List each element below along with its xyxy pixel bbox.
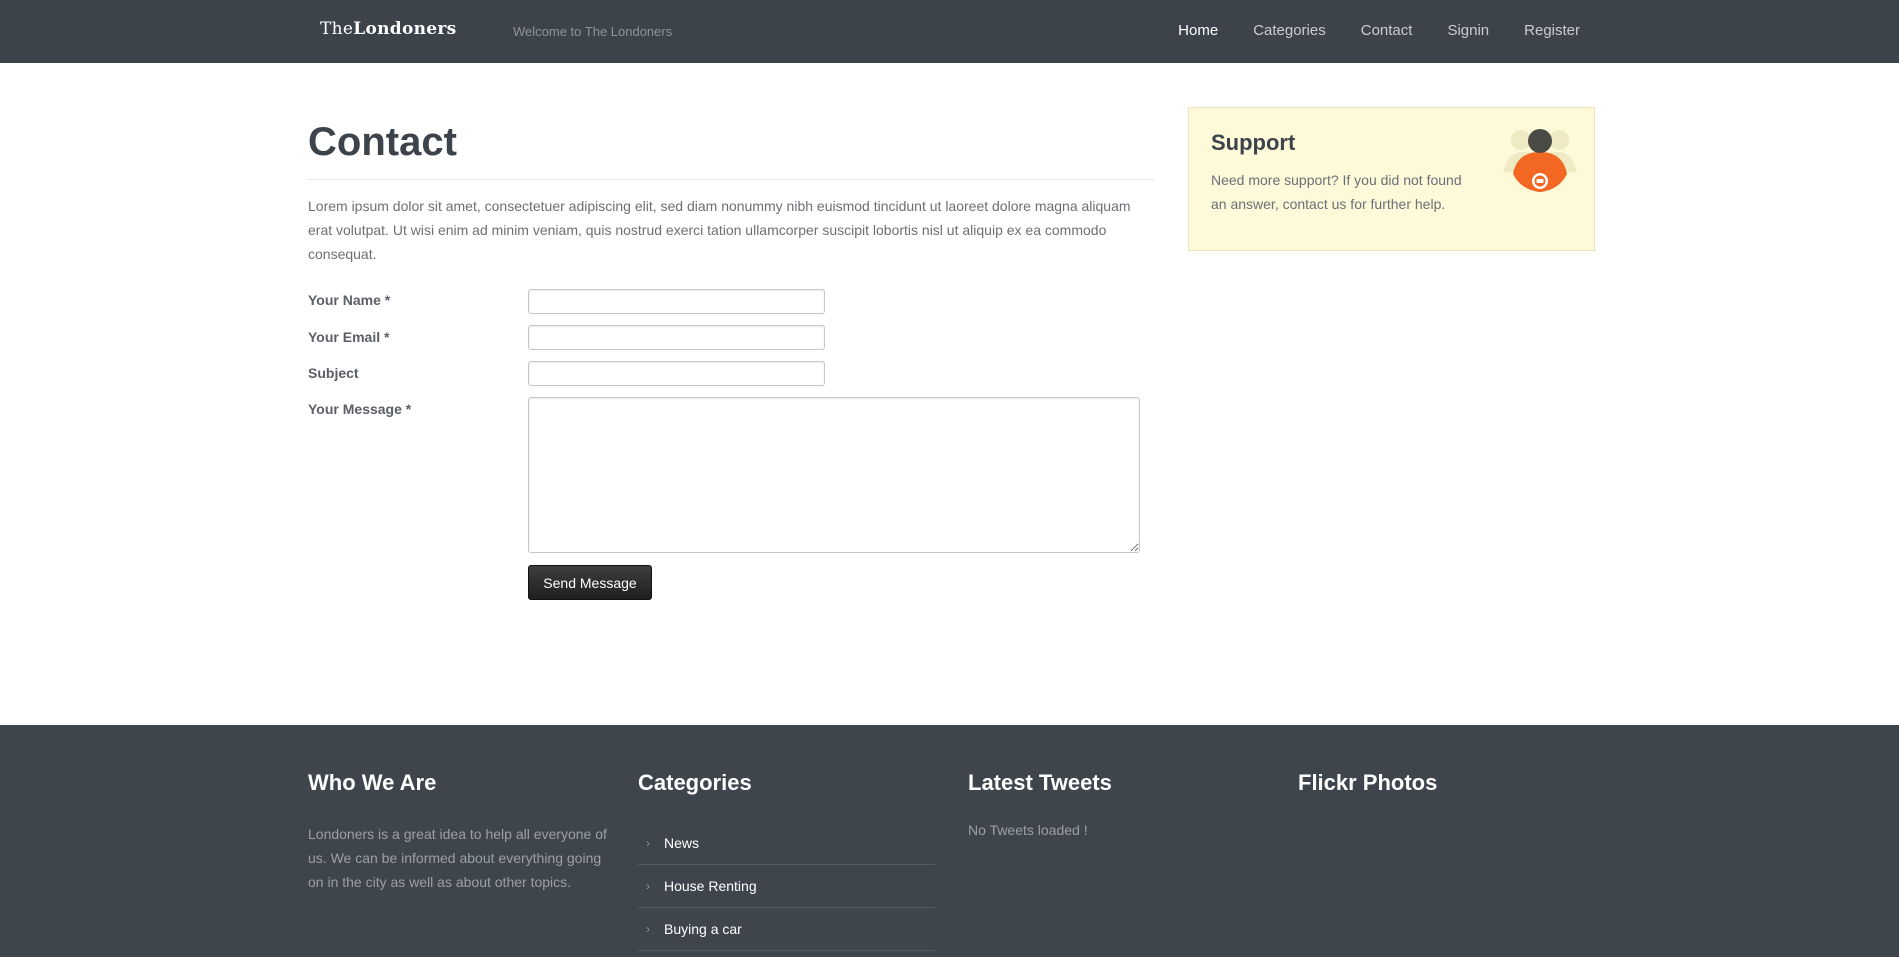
nav-home[interactable]: Home (1178, 22, 1218, 39)
top-navbar: TheLondoners Welcome to The Londoners Ho… (0, 0, 1899, 63)
support-title: Support (1211, 130, 1296, 155)
message-label: Your Message * (308, 401, 412, 417)
email-input[interactable] (528, 325, 825, 350)
nav-contact[interactable]: Contact (1361, 22, 1413, 39)
chevron-right-icon: › (646, 879, 650, 893)
message-textarea[interactable] (528, 397, 1140, 553)
footer-category-item[interactable]: › News (638, 822, 935, 865)
nav-signin[interactable]: Signin (1447, 22, 1489, 39)
nav-register[interactable]: Register (1524, 22, 1580, 39)
page-title: Contact (308, 120, 457, 164)
logo-prefix: The (320, 19, 354, 39)
subject-label: Subject (308, 365, 359, 381)
chevron-right-icon: › (646, 922, 650, 936)
support-box: Support Need more support? If you did no… (1188, 107, 1595, 251)
site-footer: Who We Are Londoners is a great idea to … (0, 725, 1899, 957)
footer-tweets-text: No Tweets loaded ! (968, 822, 1088, 838)
footer-flickr-title: Flickr Photos (1298, 770, 1438, 795)
footer-category-item[interactable]: › House Renting (638, 865, 935, 908)
site-logo[interactable]: TheLondoners (320, 19, 457, 39)
footer-who-title: Who We Are (308, 770, 437, 795)
footer-category-label[interactable]: News (664, 835, 699, 851)
nav-categories[interactable]: Categories (1253, 22, 1326, 39)
name-label: Your Name * (308, 292, 391, 308)
title-divider (308, 179, 1155, 180)
footer-who-text: Londoners is a great idea to help all ev… (308, 826, 607, 890)
footer-tweets-title: Latest Tweets (968, 770, 1112, 795)
footer-category-list: › News › House Renting › Buying a car (638, 822, 935, 951)
email-label: Your Email * (308, 329, 390, 345)
support-text: Need more support? If you did not found … (1211, 172, 1462, 212)
chevron-right-icon: › (646, 836, 650, 850)
name-input[interactable] (528, 289, 825, 314)
footer-category-label[interactable]: Buying a car (664, 921, 742, 937)
footer-category-item[interactable]: › Buying a car (638, 908, 935, 951)
support-people-icon (1503, 129, 1577, 192)
site-tagline: Welcome to The Londoners (513, 24, 673, 39)
subject-input[interactable] (528, 361, 825, 386)
footer-category-label[interactable]: House Renting (664, 878, 757, 894)
footer-categories-title: Categories (638, 770, 752, 795)
intro-text: Lorem ipsum dolor sit amet, consectetuer… (308, 198, 1131, 262)
send-message-button[interactable]: Send Message (528, 565, 652, 600)
logo-bold: Londoners (353, 19, 457, 39)
main-nav: Home Categories Contact Signin Register (1143, 22, 1580, 39)
